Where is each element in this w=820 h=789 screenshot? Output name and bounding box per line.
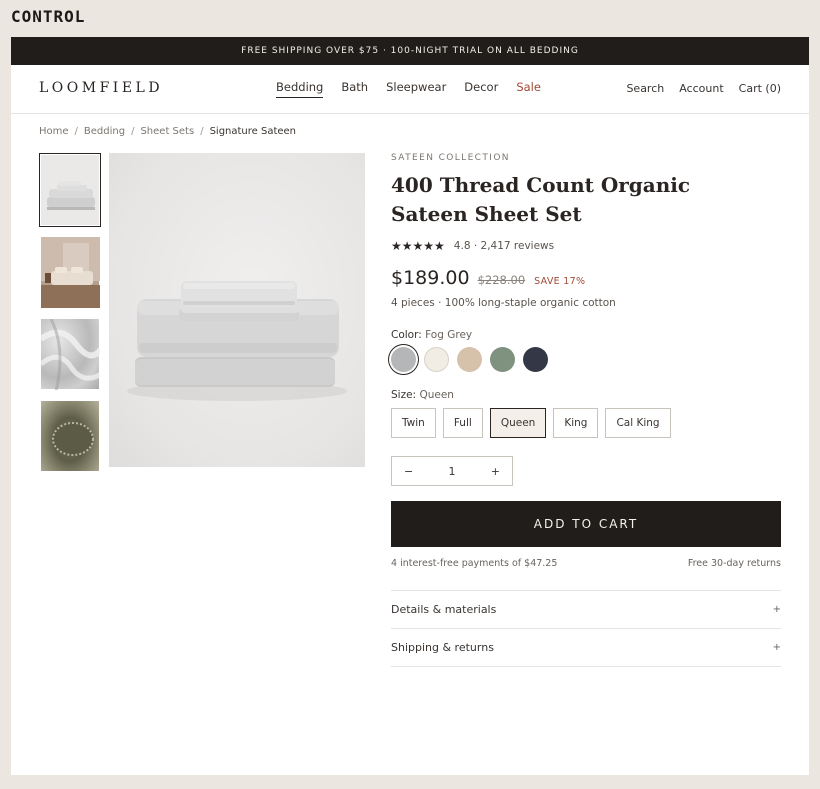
nav-item-bedding[interactable]: Bedding [276, 80, 324, 98]
thumbnail-list [39, 153, 101, 481]
color-value: Fog Grey [425, 329, 473, 341]
quantity-increase-button[interactable]: + [491, 465, 500, 478]
nav-item-sleepwear[interactable]: Sleepwear [386, 80, 446, 98]
accordion: Details & materials + Shipping & returns… [391, 590, 781, 667]
fitted-sheet-thumbnail [41, 401, 99, 471]
page-frame: FREE SHIPPING OVER $75 · 100-NIGHT TRIAL… [11, 37, 809, 775]
price-row: $189.00 $228.00 SAVE 17% [391, 267, 781, 289]
site-header: LOOMFIELD Bedding Bath Sleepwear Decor S… [11, 65, 809, 114]
product-title: 400 Thread Count Organic Sateen Sheet Se… [391, 173, 691, 226]
size-label-text: Size: [391, 389, 417, 401]
thumbnail-1[interactable] [39, 153, 101, 227]
product-subline: 4 pieces · 100% long-staple organic cott… [391, 297, 616, 309]
star-rating-icon: ★★★★★ [391, 239, 445, 253]
quantity-value[interactable]: 1 [449, 465, 456, 478]
accordion-details-label: Details & materials [391, 603, 497, 616]
control-label: CONTROL [11, 7, 86, 26]
promo-banner: FREE SHIPPING OVER $75 · 100-NIGHT TRIAL… [11, 37, 809, 65]
swatch-sand[interactable] [457, 347, 482, 372]
folded-sheet-set-image [127, 281, 347, 401]
search-link[interactable]: Search [626, 82, 664, 95]
size-options: Twin Full Queen King Cal King [391, 408, 781, 438]
save-badge: SAVE 17% [534, 276, 586, 287]
purchase-notes: 4 interest-free payments of $47.25 Free … [391, 558, 781, 569]
rating-text[interactable]: 4.8 · 2,417 reviews [454, 240, 554, 252]
bedroom-thumbnail [41, 237, 100, 308]
returns-text: Free 30-day returns [687, 558, 781, 569]
breadcrumb-separator: / [200, 126, 204, 137]
breadcrumb-separator: / [74, 126, 78, 137]
swatch-ivory[interactable] [424, 347, 449, 372]
swatch-navy[interactable] [523, 347, 548, 372]
fabric-drape-thumbnail [40, 318, 100, 390]
size-king[interactable]: King [553, 408, 599, 438]
account-link[interactable]: Account [679, 82, 723, 95]
accordion-shipping-label: Shipping & returns [391, 641, 494, 654]
installments-text: 4 interest-free payments of $47.25 [391, 558, 558, 569]
add-to-cart-button[interactable]: ADD TO CART [391, 501, 781, 547]
plus-icon: + [772, 642, 781, 653]
size-cal-king[interactable]: Cal King [605, 408, 671, 438]
quantity-decrease-button[interactable]: − [404, 465, 413, 478]
breadcrumb-home[interactable]: Home [39, 126, 69, 137]
plus-icon: + [772, 604, 781, 615]
nav-item-sale[interactable]: Sale [516, 80, 541, 98]
brand-logo[interactable]: LOOMFIELD [39, 80, 163, 96]
swatch-sage[interactable] [490, 347, 515, 372]
thumbnail-4[interactable] [39, 399, 101, 473]
quantity-stepper: − 1 + [391, 456, 513, 486]
color-label: Color: Fog Grey [391, 329, 781, 341]
price: $189.00 [391, 267, 470, 289]
breadcrumb-sheet-sets[interactable]: Sheet Sets [140, 126, 194, 137]
size-full[interactable]: Full [442, 408, 483, 438]
size-twin[interactable]: Twin [391, 408, 436, 438]
nav-item-bath[interactable]: Bath [341, 80, 368, 98]
folded-sheets-thumbnail [41, 155, 99, 225]
thumbnail-3[interactable] [39, 317, 101, 391]
color-label-text: Color: [391, 329, 422, 341]
breadcrumb-bedding[interactable]: Bedding [84, 126, 125, 137]
main-nav: Bedding Bath Sleepwear Decor Sale [276, 80, 541, 98]
nav-item-decor[interactable]: Decor [464, 80, 498, 98]
accordion-shipping[interactable]: Shipping & returns + [391, 629, 781, 667]
promo-text: FREE SHIPPING OVER $75 · 100-NIGHT TRIAL… [241, 46, 579, 56]
product-details: SATEEN COLLECTION 400 Thread Count Organ… [391, 153, 781, 667]
color-swatches [391, 347, 781, 372]
utility-nav: Search Account Cart (0) [626, 82, 781, 95]
rating[interactable]: ★★★★★ 4.8 · 2,417 reviews [391, 239, 781, 253]
thumbnail-2[interactable] [39, 235, 101, 309]
collection-label: SATEEN COLLECTION [391, 153, 510, 163]
breadcrumb: Home / Bedding / Sheet Sets / Signature … [39, 126, 296, 137]
breadcrumb-current: Signature Sateen [209, 126, 297, 137]
compare-price: $228.00 [477, 273, 526, 287]
main-product-image[interactable] [109, 153, 365, 467]
accordion-details[interactable]: Details & materials + [391, 591, 781, 629]
size-label: Size: Queen [391, 389, 781, 401]
breadcrumb-separator: / [131, 126, 135, 137]
swatch-fog-grey[interactable] [391, 347, 416, 372]
size-queen[interactable]: Queen [489, 408, 547, 438]
size-value: Queen [419, 389, 454, 401]
cart-link[interactable]: Cart (0) [739, 82, 781, 95]
